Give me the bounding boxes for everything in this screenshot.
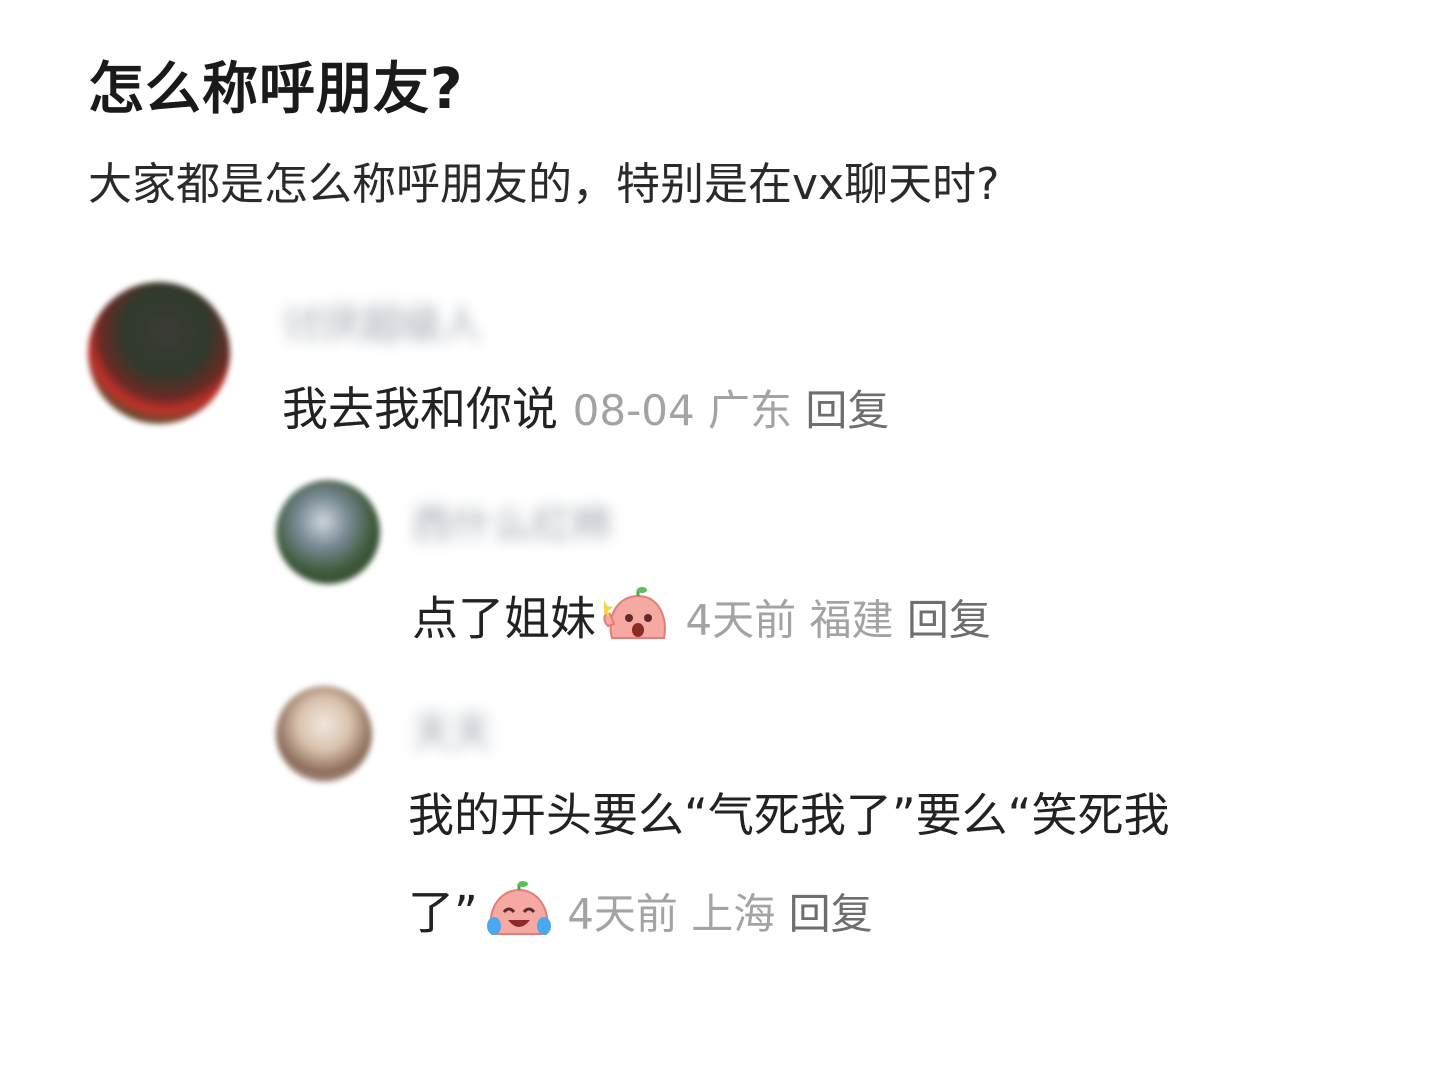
comment-date: 4天前 — [567, 889, 678, 939]
comment-location: 福建 — [809, 595, 894, 645]
comment-text: 了” — [408, 885, 478, 940]
post-body: 大家都是怎么称呼朋友的，特别是在vx聊天时? — [88, 159, 1000, 210]
username[interactable]: 天天 — [412, 700, 492, 758]
comment-content: 我去我和你说 08-04 广东 回复 — [282, 386, 889, 432]
comment-date: 4天前 — [685, 595, 797, 645]
avatar[interactable] — [88, 282, 230, 424]
post-title: 怎么称呼朋友? — [88, 57, 464, 122]
surprised-blob-emoji-icon — [602, 586, 666, 650]
comment-text: 我去我和你说 — [282, 382, 558, 436]
username[interactable]: 讨厌超级人 — [282, 292, 482, 350]
comment-content: 我的开头要么“气死我了”要么“笑死我 — [408, 788, 1170, 842]
reply-button[interactable]: 回复 — [789, 890, 873, 939]
reply-button[interactable]: 回复 — [805, 386, 889, 435]
comment-location: 广东 — [708, 386, 793, 435]
laughing-crying-blob-emoji-icon — [484, 880, 551, 944]
comment-content: 了” 4天前 上海 回复 — [408, 881, 873, 948]
avatar[interactable] — [276, 480, 380, 584]
comment-text: 点了姐妹 — [412, 591, 596, 646]
username[interactable]: 西什么红柿 — [412, 492, 612, 550]
avatar[interactable] — [276, 686, 372, 782]
comment-content: 点了姐妹 4天前 福建 回复 — [412, 587, 991, 654]
comment-date: 08-04 — [572, 386, 695, 435]
reply-button[interactable]: 回复 — [907, 596, 991, 645]
comment-location: 上海 — [691, 889, 776, 939]
